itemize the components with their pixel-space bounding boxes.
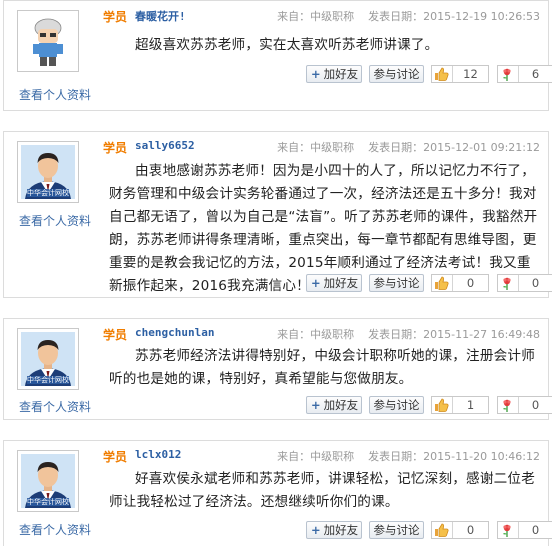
like-count: 12 <box>452 66 488 82</box>
post-date: 发表日期：2015-11-20 10:46:12 <box>368 450 540 463</box>
plus-icon: + <box>311 67 321 81</box>
comment-meta: 来自：中级职称 发表日期：2015-12-01 09:21:12 <box>263 139 540 155</box>
avatar[interactable]: 中华会计网校 <box>17 450 79 512</box>
add-friend-button[interactable]: + 加好友 <box>306 65 362 83</box>
view-profile-link[interactable]: 查看个人资料 <box>10 86 100 103</box>
username[interactable]: sally6652 <box>135 139 195 152</box>
comment-text: 超级喜欢苏苏老师，实在太喜欢听苏老师讲课了。 <box>135 37 439 53</box>
source-label: 来自：中级职称 <box>277 328 355 341</box>
source-label: 来自：中级职称 <box>277 141 355 154</box>
comment-text: 苏苏老师经济法讲得特别好，中级会计职称听她的课，注册会计师听的也是她的课，特别好… <box>109 348 536 387</box>
post-date: 发表日期：2015-12-19 10:26:53 <box>368 10 540 23</box>
add-friend-button[interactable]: + 加好友 <box>306 274 362 292</box>
role-label: 学员 <box>103 328 128 342</box>
username[interactable]: lclx012 <box>135 448 181 461</box>
username[interactable]: 春暖花开! <box>135 8 186 24</box>
avatar[interactable]: 中华会计网校 <box>17 328 79 390</box>
source-label: 来自：中级职称 <box>277 10 355 23</box>
plus-icon: + <box>311 523 321 537</box>
plus-icon: + <box>311 398 321 412</box>
comment-card: 中华会计网校 查看个人资料 学员 chengchunlan 来自：中级职称 发表日… <box>3 318 552 420</box>
avatar[interactable] <box>17 10 79 72</box>
comment-card: 中华会计网校 查看个人资料 学员 sally6652 来自：中级职称 发表日期：2… <box>3 131 552 298</box>
comment-meta: 来自：中级职称 发表日期：2015-11-20 10:46:12 <box>263 448 540 464</box>
discuss-button[interactable]: 参与讨论 <box>369 396 424 414</box>
post-date: 发表日期：2015-11-27 16:49:48 <box>368 328 540 341</box>
add-friend-label: 加好友 <box>323 523 359 537</box>
thumbs-up-icon <box>434 276 449 290</box>
thumbs-up-icon <box>434 67 449 81</box>
like-button[interactable]: 1 <box>431 396 489 414</box>
flower-button[interactable]: 0 <box>497 521 552 539</box>
comment-meta: 来自：中级职称 发表日期：2015-11-27 16:49:48 <box>263 326 540 342</box>
flower-count: 0 <box>518 275 552 291</box>
like-button[interactable]: 12 <box>431 65 489 83</box>
view-profile-link[interactable]: 查看个人资料 <box>10 521 100 538</box>
user-avatar-icon <box>21 14 75 68</box>
discuss-button[interactable]: 参与讨论 <box>369 521 424 539</box>
comment-card: 中华会计网校 查看个人资料 学员 lclx012 来自：中级职称 发表日期：201… <box>3 440 552 546</box>
flower-count: 0 <box>518 522 552 538</box>
like-count: 0 <box>452 522 488 538</box>
discuss-button[interactable]: 参与讨论 <box>369 65 424 83</box>
comment-header: 学员 春暖花开! 来自：中级职称 发表日期：2015-12-19 10:26:53 <box>103 8 548 24</box>
thumbs-up-icon <box>434 523 449 537</box>
like-button[interactable]: 0 <box>431 521 489 539</box>
post-date: 发表日期：2015-12-01 09:21:12 <box>368 141 540 154</box>
avatar-badge: 中华会计网校 <box>27 376 69 384</box>
view-profile-link[interactable]: 查看个人资料 <box>10 398 100 415</box>
flower-button[interactable]: 0 <box>497 274 552 292</box>
add-friend-button[interactable]: + 加好友 <box>306 521 362 539</box>
add-friend-button[interactable]: + 加好友 <box>306 396 362 414</box>
plus-icon: + <box>311 276 321 290</box>
role-label: 学员 <box>103 10 128 24</box>
flower-icon <box>502 399 512 412</box>
avatar-badge: 中华会计网校 <box>27 189 69 197</box>
thumbs-up-icon <box>434 398 449 412</box>
view-profile-link[interactable]: 查看个人资料 <box>10 212 100 229</box>
role-label: 学员 <box>103 141 128 155</box>
add-friend-label: 加好友 <box>323 398 359 412</box>
flower-icon <box>502 524 512 537</box>
flower-icon <box>502 68 512 81</box>
avatar[interactable]: 中华会计网校 <box>17 141 79 203</box>
comment-header: 学员 chengchunlan 来自：中级职称 发表日期：2015-11-27 1… <box>103 326 548 342</box>
add-friend-label: 加好友 <box>323 276 359 290</box>
source-label: 来自：中级职称 <box>277 450 355 463</box>
comment-text: 好喜欢侯永斌老师和苏苏老师，讲课轻松，记忆深刻，感谢二位老师让我轻松过了经济法。… <box>109 471 536 510</box>
flower-count: 6 <box>518 66 552 82</box>
flower-button[interactable]: 6 <box>497 65 552 83</box>
flower-icon <box>502 277 512 290</box>
comment-card: 查看个人资料 学员 春暖花开! 来自：中级职称 发表日期：2015-12-19 1… <box>3 0 552 111</box>
comment-header: 学员 sally6652 来自：中级职称 发表日期：2015-12-01 09:2… <box>103 139 548 155</box>
avatar-badge: 中华会计网校 <box>27 498 69 506</box>
like-button[interactable]: 0 <box>431 274 489 292</box>
add-friend-label: 加好友 <box>323 67 359 81</box>
flower-button[interactable]: 0 <box>497 396 552 414</box>
username[interactable]: chengchunlan <box>135 326 214 339</box>
comment-header: 学员 lclx012 来自：中级职称 发表日期：2015-11-20 10:46:… <box>103 448 548 464</box>
comment-meta: 来自：中级职称 发表日期：2015-12-19 10:26:53 <box>263 8 540 24</box>
flower-count: 0 <box>518 397 552 413</box>
like-count: 0 <box>452 275 488 291</box>
role-label: 学员 <box>103 450 128 464</box>
like-count: 1 <box>452 397 488 413</box>
discuss-button[interactable]: 参与讨论 <box>369 274 424 292</box>
